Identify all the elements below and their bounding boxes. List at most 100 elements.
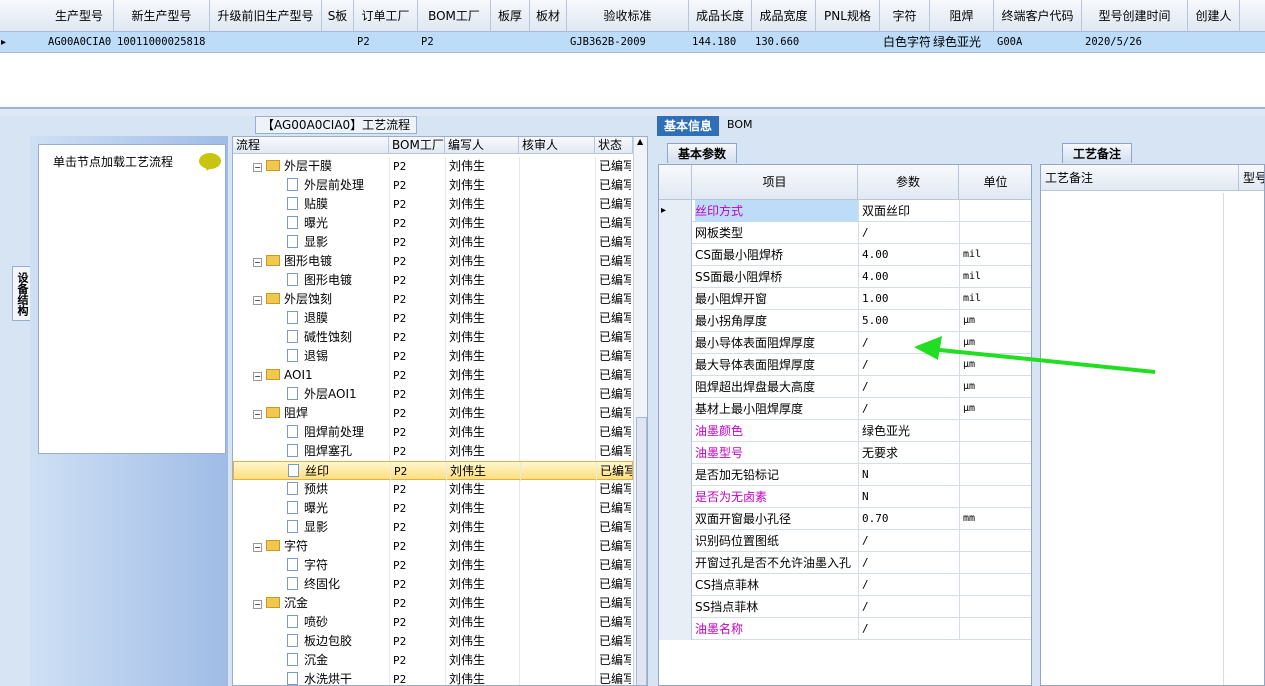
- params-row[interactable]: 油墨名称 /: [659, 618, 1031, 640]
- param-value[interactable]: 绿色亚光: [858, 420, 958, 442]
- table-cell[interactable]: P2: [418, 32, 491, 53]
- column-header[interactable]: 创建人: [1188, 0, 1240, 32]
- params-row[interactable]: CS挡点菲林 /: [659, 574, 1031, 596]
- collapse-icon[interactable]: −: [253, 543, 262, 552]
- tree-row[interactable]: 板边包胶 P2 刘伟生 已编写: [233, 632, 633, 651]
- collapse-icon[interactable]: −: [253, 258, 262, 267]
- tab-process-notes[interactable]: 工艺备注: [1062, 143, 1133, 163]
- params-row[interactable]: 最小拐角厚度 5.00 μm: [659, 310, 1031, 332]
- tree-row[interactable]: 显影 P2 刘伟生 已编写: [233, 233, 633, 252]
- param-value[interactable]: N: [858, 486, 958, 508]
- tab-basic-info[interactable]: 基本信息: [657, 116, 719, 136]
- params-row[interactable]: 开窗过孔是否不允许油墨入孔 /: [659, 552, 1031, 574]
- scroll-thumb[interactable]: [636, 417, 647, 685]
- params-row[interactable]: CS面最小阻焊桥 4.00 mil: [659, 244, 1031, 266]
- tree-row[interactable]: − 图形电镀 P2 刘伟生 已编写: [233, 252, 633, 271]
- tree-row[interactable]: 碱性蚀刻 P2 刘伟生 已编写: [233, 328, 633, 347]
- tree-row[interactable]: 曝光 P2 刘伟生 已编写: [233, 214, 633, 233]
- tree-row[interactable]: 阻焊前处理 P2 刘伟生 已编写: [233, 423, 633, 442]
- table-cell[interactable]: G00A: [994, 32, 1082, 53]
- table-cell[interactable]: [491, 32, 530, 53]
- column-header[interactable]: 成品宽度: [752, 0, 816, 32]
- params-row[interactable]: 油墨颜色 绿色亚光: [659, 420, 1031, 442]
- column-header[interactable]: 成品长度: [689, 0, 752, 32]
- params-column-header[interactable]: 参数: [858, 165, 959, 200]
- tree-row[interactable]: 外层AOI1 P2 刘伟生 已编写: [233, 385, 633, 404]
- table-cell[interactable]: 144.180: [689, 32, 752, 53]
- table-cell[interactable]: [530, 32, 567, 53]
- tree-row[interactable]: 预烘 P2 刘伟生 已编写: [233, 480, 633, 499]
- column-header[interactable]: 升级前旧生产型号: [210, 0, 322, 32]
- tab-basic-params[interactable]: 基本参数: [667, 143, 738, 163]
- params-row[interactable]: 是否加无铅标记 N: [659, 464, 1031, 486]
- table-cell[interactable]: 130.660: [752, 32, 816, 53]
- table-cell[interactable]: [816, 32, 880, 53]
- column-header[interactable]: 板材: [530, 0, 567, 32]
- tree-row[interactable]: 贴膜 P2 刘伟生 已编写: [233, 195, 633, 214]
- param-value[interactable]: 无要求: [858, 442, 958, 464]
- tree-row[interactable]: − 沉金 P2 刘伟生 已编写: [233, 594, 633, 613]
- params-row[interactable]: SS挡点菲林 /: [659, 596, 1031, 618]
- column-header[interactable]: 验收标准: [567, 0, 689, 32]
- params-column-header[interactable]: 单位: [959, 165, 1031, 200]
- column-header[interactable]: S板: [322, 0, 354, 32]
- collapse-icon[interactable]: −: [253, 600, 262, 609]
- tree-row[interactable]: 喷砂 P2 刘伟生 已编写: [233, 613, 633, 632]
- table-cell[interactable]: 2020/5/26: [1082, 32, 1188, 53]
- tree-scrollbar[interactable]: ▲: [633, 137, 647, 685]
- column-header[interactable]: 生产型号: [45, 0, 114, 32]
- column-header[interactable]: 订单工厂: [354, 0, 418, 32]
- table-cell[interactable]: 绿色亚光: [930, 32, 994, 53]
- tab-bom[interactable]: BOM: [727, 118, 753, 131]
- tree-row[interactable]: 退膜 P2 刘伟生 已编写: [233, 309, 633, 328]
- notes-scrollbar[interactable]: [1223, 193, 1237, 685]
- splitter[interactable]: [0, 108, 1265, 116]
- collapse-icon[interactable]: −: [253, 296, 262, 305]
- param-value[interactable]: 双面丝印: [858, 200, 958, 222]
- tree-column-header[interactable]: 编写人: [445, 137, 519, 154]
- param-value[interactable]: 0.70: [858, 508, 958, 530]
- params-row[interactable]: SS面最小阻焊桥 4.00 mil: [659, 266, 1031, 288]
- collapse-icon[interactable]: −: [253, 163, 262, 172]
- params-row[interactable]: ▸ 丝印方式 双面丝印: [659, 200, 1031, 222]
- tree-row[interactable]: − 外层干膜 P2 刘伟生 已编写: [233, 157, 633, 176]
- param-value[interactable]: /: [858, 596, 958, 618]
- tree-row[interactable]: 水洗烘干 P2 刘伟生 已编写: [233, 670, 633, 685]
- param-value[interactable]: 4.00: [858, 266, 958, 288]
- table-cell[interactable]: [210, 32, 322, 53]
- param-value[interactable]: N: [858, 464, 958, 486]
- column-header[interactable]: 阻焊: [930, 0, 994, 32]
- table-cell[interactable]: AG00A0CIA0: [45, 32, 114, 53]
- param-value[interactable]: /: [858, 618, 958, 640]
- tree-row[interactable]: 字符 P2 刘伟生 已编写: [233, 556, 633, 575]
- tree-row[interactable]: − AOI1 P2 刘伟生 已编写: [233, 366, 633, 385]
- params-row[interactable]: 网板类型 /: [659, 222, 1031, 244]
- table-cell[interactable]: GJB362B-2009: [567, 32, 689, 53]
- param-value[interactable]: 4.00: [858, 244, 958, 266]
- column-header[interactable]: BOM工厂: [418, 0, 491, 32]
- param-value[interactable]: /: [858, 552, 958, 574]
- column-header[interactable]: 新生产型号: [114, 0, 210, 32]
- table-cell[interactable]: P2: [354, 32, 418, 53]
- column-header[interactable]: 板厚: [491, 0, 530, 32]
- params-row[interactable]: 油墨型号 无要求: [659, 442, 1031, 464]
- tree-column-header[interactable]: 流程: [233, 137, 389, 154]
- scroll-up-icon[interactable]: ▲: [637, 137, 643, 146]
- column-header[interactable]: PNL规格: [816, 0, 880, 32]
- params-column-header[interactable]: 项目: [692, 165, 858, 200]
- tree-row[interactable]: 曝光 P2 刘伟生 已编写: [233, 499, 633, 518]
- table-row[interactable]: AG00A0CIA0 10011000025818 P2 P2 GJB362B-2009…: [0, 32, 1265, 53]
- tree-row[interactable]: 图形电镀 P2 刘伟生 已编写: [233, 271, 633, 290]
- param-value[interactable]: 5.00: [858, 310, 958, 332]
- tree-column-header[interactable]: BOM工厂: [389, 137, 445, 154]
- param-value[interactable]: /: [858, 398, 958, 420]
- tree-row[interactable]: 阻焊塞孔 P2 刘伟生 已编写: [233, 442, 633, 461]
- collapse-icon[interactable]: −: [253, 410, 262, 419]
- params-row[interactable]: 最小阻焊开窗 1.00 mil: [659, 288, 1031, 310]
- tree-row[interactable]: − 阻焊 P2 刘伟生 已编写: [233, 404, 633, 423]
- table-cell[interactable]: [322, 32, 354, 53]
- params-row[interactable]: 识别码位置图纸 /: [659, 530, 1031, 552]
- params-row[interactable]: 是否为无卤素 N: [659, 486, 1031, 508]
- tree-row[interactable]: 退锡 P2 刘伟生 已编写: [233, 347, 633, 366]
- params-row[interactable]: 双面开窗最小孔径 0.70 mm: [659, 508, 1031, 530]
